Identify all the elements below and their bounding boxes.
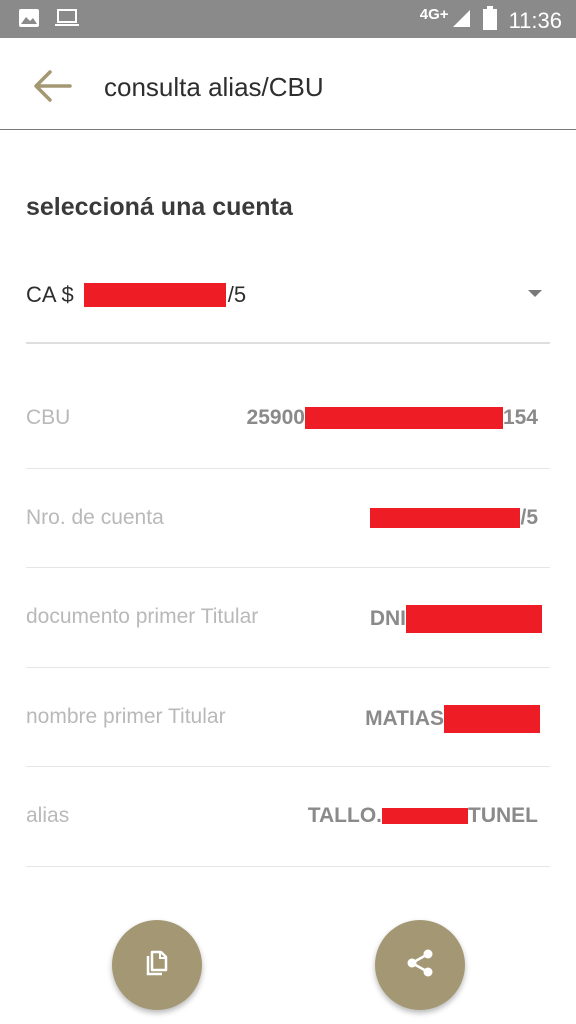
redaction-bar [382,808,468,824]
value-prefix: 25900 [246,406,305,429]
value-prefix: MATIAS [365,706,444,730]
redaction-bar [83,283,226,307]
account-number-value[interactable]: /5 [370,506,538,530]
chevron-down-icon [528,290,542,297]
account-dropdown-value: CA $ /5 [26,282,246,308]
info-row-alias: alias TALLO. TUNEL [26,767,550,867]
battery-icon [482,6,497,35]
redaction-bar [406,605,542,633]
account-suffix: /5 [227,282,247,307]
copy-icon [144,949,170,982]
account-prefix: CA $ [26,282,74,307]
info-row-cbu: CBU 25900 154 [26,369,550,469]
cbu-value[interactable]: 25900 154 [247,406,538,430]
app-bar: consulta alias/CBU [0,38,576,130]
holder-name-value[interactable]: MATIAS [365,704,540,733]
redaction-bar [370,507,521,528]
info-label: CBU [26,406,71,429]
info-label: alias [26,804,70,827]
info-label: Nro. de cuenta [26,505,164,529]
info-label: documento primer Titular [26,605,259,628]
share-button[interactable] [375,920,465,1010]
clock: 11:36 [508,7,562,33]
alias-value[interactable]: TALLO. TUNEL [308,804,538,828]
account-dropdown[interactable]: CA $ /5 [26,268,550,344]
redaction-bar [444,704,540,733]
account-info-list: CBU 25900 154 Nro. de cuenta /5 document… [26,369,550,867]
network-type: 4G+ [419,6,449,23]
copy-button[interactable] [112,920,202,1010]
page-title: consulta alias/CBU [104,72,324,102]
value-suffix: /5 [520,505,538,529]
info-row-account-number: Nro. de cuenta /5 [26,469,550,568]
info-label: nombre primer Titular [26,704,226,728]
signal-icon [451,8,471,33]
redaction-bar [304,407,503,429]
document-value[interactable]: DNI [370,605,542,633]
back-button[interactable] [30,66,74,110]
value-prefix: DNI [369,607,406,630]
status-bar: 4G+ 11:36 [0,0,576,38]
info-row-holder-name: nombre primer Titular MATIAS [26,668,550,767]
arrow-left-icon [32,69,72,108]
share-icon [405,948,435,983]
image-icon [18,8,40,33]
section-title: seleccioná una cuenta [26,193,293,221]
value-prefix: TALLO. [307,804,382,827]
info-row-document: documento primer Titular DNI [26,568,550,668]
value-suffix: 154 [502,406,538,429]
laptop-icon [54,8,80,33]
value-suffix: TUNEL [468,804,538,827]
